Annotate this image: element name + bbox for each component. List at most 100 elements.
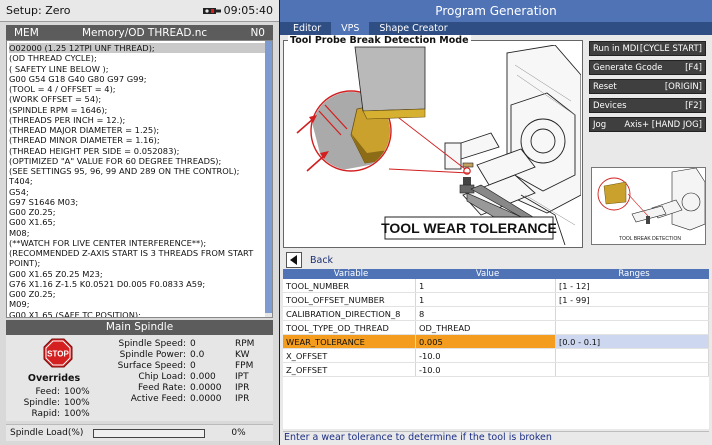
reset-button[interactable]: Reset [ORIGIN] [589, 79, 706, 94]
table-row[interactable]: TOOL_TYPE_OD_THREAD OD_THREAD [283, 321, 709, 335]
thumbnail-caption: TOOL BREAK DETECTION [619, 236, 681, 242]
table-row[interactable]: TOOL_OFFSET_NUMBER 1 [1 - 99] [283, 293, 709, 307]
variable-cell: WEAR_TOLERANCE [283, 335, 416, 348]
tab-shape-creator[interactable]: Shape Creator [369, 22, 457, 35]
tool-break-detection-thumbnail: TOOL BREAK DETECTION [597, 167, 706, 242]
setup-mode: Setup: Zero [6, 4, 71, 17]
variable-cell: Z_OFFSET [283, 363, 416, 376]
mode-illustration-box: Tool Probe Break Detection Mode TOOL WEA… [283, 35, 583, 248]
mode-thumbnail[interactable]: TOOL BREAK DETECTION [591, 167, 706, 245]
program-line[interactable]: (WORK OFFSET = 54); [9, 94, 272, 104]
tab-bar: Editor VPS Shape Creator [280, 22, 712, 35]
devices-button[interactable]: Devices [F2] [589, 98, 706, 113]
jog-button[interactable]: Jog Axis+ [HAND JOG] [589, 117, 706, 132]
program-generation-pane: Program Generation Editor VPS Shape Crea… [280, 0, 712, 445]
range-cell [556, 363, 709, 376]
value-cell[interactable]: OD_THREAD [416, 321, 556, 334]
active-feed-readout: Active Feed: 0.0000 IPR [130, 394, 250, 404]
program-line[interactable]: (THREAD HEIGHT PER SIDE = 0.052083); [9, 146, 272, 156]
table-row[interactable]: CALIBRATION_DIRECTION_8 8 [283, 307, 709, 321]
program-line[interactable]: (THREADS PER INCH = 12.); [9, 115, 272, 125]
spindle-panel: STOP Overrides Feed: 100% Spindle: 100% Ra… [6, 335, 273, 421]
program-line[interactable]: (THREAD MAJOR DIAMETER = 1.25); [9, 125, 272, 135]
program-line[interactable]: (OPTIMIZED "A" VALUE FOR 60 DEGREE THREA… [9, 156, 272, 166]
program-file-name: Memory/OD THREAD.nc [82, 26, 208, 39]
override-feed: Feed: 100% [35, 387, 90, 397]
table-row[interactable]: Z_OFFSET -10.0 [283, 363, 709, 377]
program-line[interactable]: (RECOMMENDED Z-AXIS START IS 3 THREADS F… [9, 248, 272, 258]
program-scrollbar[interactable] [265, 41, 272, 317]
tab-vps[interactable]: VPS [331, 22, 370, 35]
program-line[interactable]: O02000 (1.25 12TPI UNF THREAD); [9, 43, 272, 54]
range-cell: [0.0 - 0.1] [556, 335, 709, 348]
run-in-mdi-button[interactable]: Run in MDI [CYCLE START] [589, 41, 706, 56]
variables-table-body: TOOL_NUMBER 1 [1 - 12] TOOL_OFFSET_NUMBER 1[… [283, 279, 709, 377]
program-line[interactable]: T404; [9, 176, 272, 186]
program-line[interactable]: G00 X1.65 (SAFE TC POSITION); [9, 310, 272, 318]
spindle-load-mask [94, 429, 205, 437]
back-arrow-icon[interactable] [286, 252, 302, 268]
variable-cell: CALIBRATION_DIRECTION_8 [283, 307, 416, 320]
range-cell: [1 - 12] [556, 279, 709, 292]
table-row[interactable]: WEAR_TOLERANCE 0.005 [0.0 - 0.1] [283, 335, 709, 349]
illustration-caption: TOOL WEAR TOLERANCE [381, 220, 557, 236]
program-line[interactable]: G00 Z0.25; [9, 207, 272, 217]
program-line[interactable]: G76 X1.16 Z-1.5 K0.0521 D0.005 F0.0833 A… [9, 279, 272, 289]
program-line[interactable]: G00 G54 G18 G40 G80 G97 G99; [9, 74, 272, 84]
program-line[interactable]: POINT); [9, 258, 272, 268]
program-line[interactable]: (THREAD MINOR DIAMETER = 1.16); [9, 135, 272, 145]
variable-cell: TOOL_TYPE_OD_THREAD [283, 321, 416, 334]
program-scroll-thumb[interactable] [265, 41, 272, 313]
key-icon [202, 7, 221, 14]
tab-editor[interactable]: Editor [283, 22, 331, 35]
chip-load-readout: Chip Load: 0.000 IPT [138, 372, 249, 382]
program-generation-title: Program Generation [280, 0, 712, 22]
range-cell [556, 307, 709, 320]
program-editor[interactable]: O02000 (1.25 12TPI UNF THREAD); (OD THREA… [6, 40, 273, 318]
spindle-load-row: Spindle Load(%) 0% [6, 424, 273, 441]
program-line[interactable]: (SEE SETTINGS 95, 96, 99 AND 289 ON THE … [9, 166, 272, 176]
line-number: N0 [250, 26, 265, 39]
variable-cell: TOOL_OFFSET_NUMBER [283, 293, 416, 306]
value-cell[interactable]: -10.0 [416, 363, 556, 376]
program-lines[interactable]: O02000 (1.25 12TPI UNF THREAD); (OD THREA… [7, 41, 272, 318]
spindle-header: Main Spindle [6, 320, 273, 335]
clock-time: 09:05:40 [223, 4, 273, 17]
variables-table: Variable Value Ranges TOOL_NUMBER 1 [1 - 1… [283, 269, 709, 429]
program-line[interactable]: ( SAFETY LINE BELOW ); [9, 64, 272, 74]
value-cell[interactable]: 1 [416, 279, 556, 292]
program-line[interactable]: M09; [9, 299, 272, 309]
tool-probe-illustration: TOOL WEAR TOLERANCE [296, 45, 581, 245]
value-cell[interactable]: 0.005 [416, 335, 556, 348]
header-ranges: Ranges [618, 269, 650, 279]
setup-bar: Setup: Zero 09:05:40 [0, 0, 279, 22]
value-cell[interactable]: 8 [416, 307, 556, 320]
left-pane: Setup: Zero 09:05:40 MEM Memory/OD THREA… [0, 0, 279, 445]
program-line[interactable]: (**WATCH FOR LIVE CENTER INTERFERENCE**)… [9, 238, 272, 248]
value-cell[interactable]: -10.0 [416, 349, 556, 362]
stop-label: STOP [47, 350, 69, 359]
program-line[interactable]: G00 Z0.25; [9, 289, 272, 299]
program-line[interactable]: G00 X1.65 Z0.25 M23; [9, 269, 272, 279]
generate-gcode-button[interactable]: Generate Gcode [F4] [589, 60, 706, 75]
program-line[interactable]: G97 S1646 M03; [9, 197, 272, 207]
back-button[interactable]: Back [286, 251, 333, 269]
feed-rate-readout: Feed Rate: 0.0000 IPR [137, 383, 250, 393]
stop-icon[interactable]: STOP [43, 338, 73, 368]
variables-table-header: Variable Value Ranges [283, 269, 709, 279]
spindle-load-value: 0% [231, 428, 246, 438]
control-screen: Setup: Zero 09:05:40 MEM Memory/OD THREA… [0, 0, 712, 445]
program-line[interactable]: (TOOL = 4 / OFFSET = 4); [9, 84, 272, 94]
program-line[interactable]: G00 X1.65; [9, 217, 272, 227]
value-cell[interactable]: 1 [416, 293, 556, 306]
spindle-speed-readout: Spindle Speed: 0 RPM [118, 339, 255, 349]
program-line[interactable]: (SPINDLE RPM = 1646); [9, 105, 272, 115]
range-cell [556, 349, 709, 362]
table-row[interactable]: X_OFFSET -10.0 [283, 349, 709, 363]
table-row[interactable]: TOOL_NUMBER 1 [1 - 12] [283, 279, 709, 293]
program-line[interactable]: M08; [9, 228, 272, 238]
program-line[interactable]: G54; [9, 187, 272, 197]
overrides-title: Overrides [27, 373, 81, 384]
program-line[interactable]: (OD THREAD CYCLE); [9, 53, 272, 63]
back-label: Back [310, 254, 334, 266]
